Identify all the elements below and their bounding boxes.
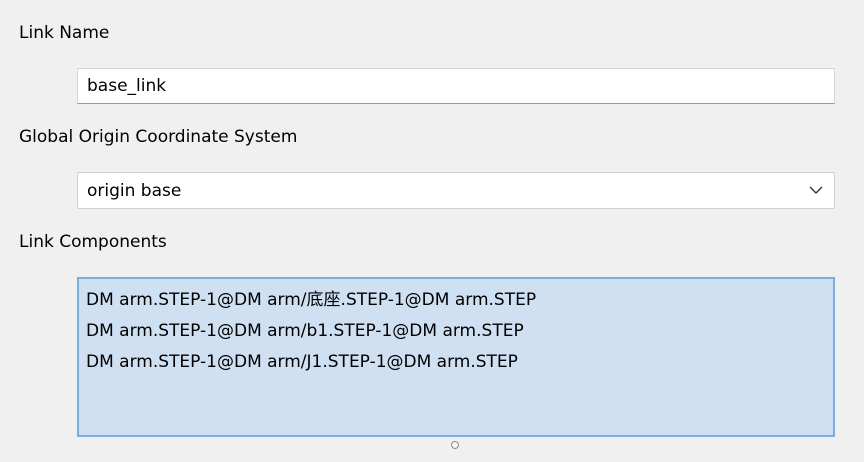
list-item[interactable]: DM arm.STEP-1@DM arm/J1.STEP-1@DM arm.ST…	[86, 347, 833, 378]
list-item[interactable]: DM arm.STEP-1@DM arm/底座.STEP-1@DM arm.ST…	[86, 285, 833, 316]
origin-coordinate-system-dropdown[interactable]: origin base	[77, 172, 835, 209]
origin-coordinate-system-label: Global Origin Coordinate System	[19, 127, 298, 147]
resize-handle[interactable]	[451, 441, 459, 449]
link-components-list[interactable]: DM arm.STEP-1@DM arm/底座.STEP-1@DM arm.ST…	[77, 277, 835, 437]
chevron-down-icon[interactable]	[808, 184, 824, 196]
list-item[interactable]: DM arm.STEP-1@DM arm/b1.STEP-1@DM arm.ST…	[86, 316, 833, 347]
link-components-label: Link Components	[19, 232, 167, 252]
link-name-label: Link Name	[19, 23, 110, 43]
origin-selected-value: origin base	[87, 181, 182, 201]
link-name-input[interactable]	[77, 68, 835, 104]
